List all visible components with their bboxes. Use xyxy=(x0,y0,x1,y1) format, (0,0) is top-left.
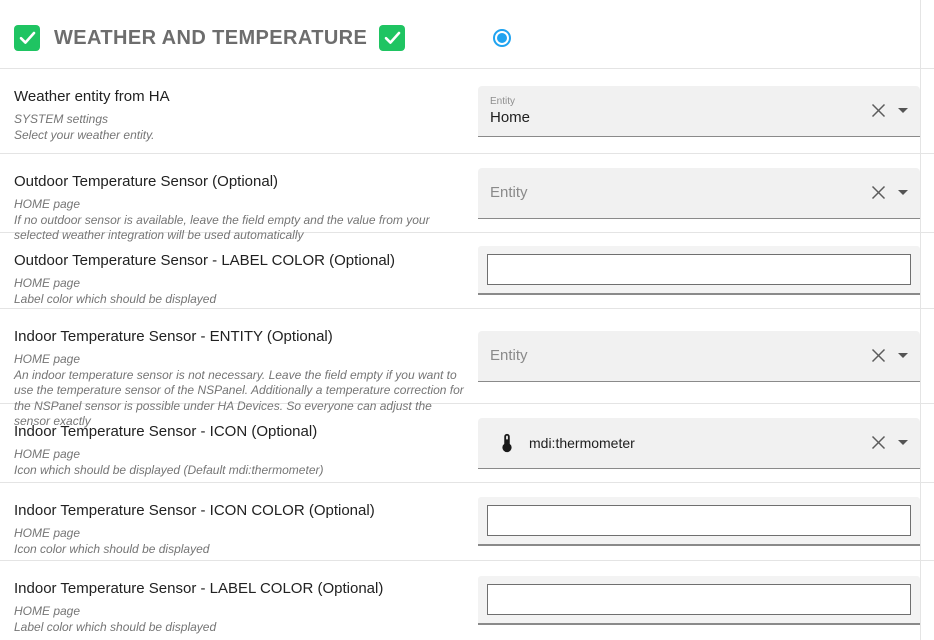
setting-scope: HOME page xyxy=(14,276,464,292)
clear-icon[interactable] xyxy=(867,182,889,204)
caret-down-icon[interactable] xyxy=(898,353,908,358)
setting-title: Outdoor Temperature Sensor (Optional) xyxy=(14,172,464,192)
setting-description: Label color which should be displayed xyxy=(14,292,464,308)
section-title: WEATHER AND TEMPERATURE xyxy=(54,27,367,50)
weather-settings-panel: WEATHER AND TEMPERATURE Weather entity f… xyxy=(0,0,934,640)
setting-title: Indoor Temperature Sensor - ENTITY (Opti… xyxy=(14,327,464,347)
setting-description: Icon which should be displayed (Default … xyxy=(14,463,464,479)
text-field-container xyxy=(478,497,920,546)
setting-title: Weather entity from HA xyxy=(14,87,464,107)
caret-down-icon[interactable] xyxy=(898,190,908,195)
text-field-container xyxy=(478,246,920,295)
setting-title: Outdoor Temperature Sensor - LABEL COLOR… xyxy=(14,251,464,271)
check-icon xyxy=(384,31,401,45)
indoor-sensor-entity-select[interactable]: Entity xyxy=(478,331,920,382)
indoor-label-color-input[interactable] xyxy=(487,584,911,615)
weather-entity-select[interactable]: Entity Home xyxy=(478,86,920,137)
setting-scope: HOME page xyxy=(14,604,464,620)
section-enabled-checkbox-left[interactable] xyxy=(14,25,40,51)
select-floating-label: Entity xyxy=(490,95,867,108)
setting-scope: HOME page xyxy=(14,526,464,542)
section-header: WEATHER AND TEMPERATURE xyxy=(0,0,934,69)
select-value: mdi:thermometer xyxy=(529,435,635,451)
setting-row-outdoor-sensor: Outdoor Temperature Sensor (Optional) HO… xyxy=(0,154,934,233)
setting-scope: HOME page xyxy=(14,352,464,368)
setting-row-outdoor-label-color: Outdoor Temperature Sensor - LABEL COLOR… xyxy=(0,233,934,309)
section-radio-selected[interactable] xyxy=(493,29,511,47)
outdoor-label-color-input[interactable] xyxy=(487,254,911,285)
setting-row-indoor-entity: Indoor Temperature Sensor - ENTITY (Opti… xyxy=(0,309,934,404)
check-icon xyxy=(19,31,36,45)
outdoor-sensor-entity-select[interactable]: Entity xyxy=(478,168,920,219)
select-placeholder: Entity xyxy=(490,347,867,364)
setting-row-indoor-label-color: Indoor Temperature Sensor - LABEL COLOR … xyxy=(0,561,934,640)
indoor-icon-color-input[interactable] xyxy=(487,505,911,536)
setting-scope: HOME page xyxy=(14,197,464,213)
caret-down-icon[interactable] xyxy=(898,108,908,113)
caret-down-icon[interactable] xyxy=(898,440,908,445)
radio-dot-icon xyxy=(497,33,507,43)
setting-title: Indoor Temperature Sensor - ICON (Option… xyxy=(14,422,464,442)
clear-icon[interactable] xyxy=(867,345,889,367)
select-value: Home xyxy=(490,108,867,127)
setting-scope: HOME page xyxy=(14,447,464,463)
thermometer-icon xyxy=(496,432,518,454)
setting-row-weather-entity: Weather entity from HA SYSTEM settings S… xyxy=(0,69,934,154)
setting-title: Indoor Temperature Sensor - ICON COLOR (… xyxy=(14,501,464,521)
select-placeholder: Entity xyxy=(490,184,867,201)
setting-title: Indoor Temperature Sensor - LABEL COLOR … xyxy=(14,579,464,599)
setting-description: Icon color which should be displayed xyxy=(14,542,464,558)
section-enabled-checkbox-right[interactable] xyxy=(379,25,405,51)
clear-icon[interactable] xyxy=(867,432,889,454)
clear-icon[interactable] xyxy=(867,100,889,122)
setting-description: Label color which should be displayed xyxy=(14,620,464,636)
setting-row-indoor-icon: Indoor Temperature Sensor - ICON (Option… xyxy=(0,404,934,483)
panel-right-border xyxy=(920,0,921,640)
indoor-icon-select[interactable]: mdi:thermometer xyxy=(478,418,920,469)
text-field-container xyxy=(478,576,920,625)
setting-scope: SYSTEM settings xyxy=(14,112,464,128)
setting-description: Select your weather entity. xyxy=(14,128,464,144)
setting-row-indoor-icon-color: Indoor Temperature Sensor - ICON COLOR (… xyxy=(0,483,934,561)
